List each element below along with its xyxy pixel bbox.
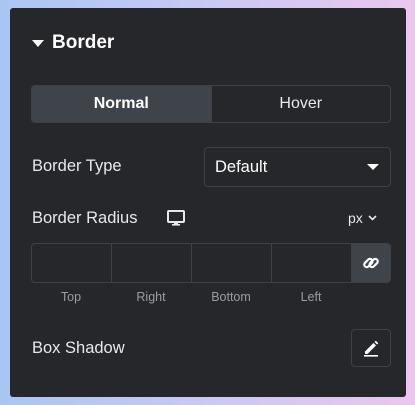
label-right: Right — [136, 290, 166, 304]
section-title: Border — [52, 32, 115, 53]
state-tabs: Normal Hover — [31, 85, 391, 123]
radius-top-input[interactable] — [32, 244, 112, 282]
box-shadow-label: Box Shadow — [32, 339, 125, 357]
border-section-header[interactable]: Border — [32, 30, 114, 56]
radius-field-labels: Top Right Bottom Left — [31, 290, 351, 304]
radius-bottom-input[interactable] — [192, 244, 272, 282]
unit-value: px — [348, 210, 363, 226]
border-type-label: Border Type — [32, 157, 122, 175]
radius-left-input[interactable] — [272, 244, 352, 282]
border-radius-label: Border Radius — [32, 209, 138, 227]
link-values-button[interactable] — [352, 244, 390, 282]
pencil-icon — [364, 340, 379, 357]
monitor-icon[interactable] — [167, 210, 185, 226]
tab-normal[interactable]: Normal — [32, 86, 211, 122]
caret-down-icon — [32, 39, 44, 47]
unit-selector[interactable]: px — [348, 210, 377, 226]
label-top: Top — [60, 290, 82, 304]
radius-right-input[interactable] — [112, 244, 192, 282]
chevron-down-icon — [367, 164, 379, 170]
border-type-value: Default — [215, 157, 268, 176]
border-radius-inputs — [31, 243, 391, 283]
label-bottom: Bottom — [211, 290, 251, 304]
chevron-down-icon — [368, 215, 377, 221]
box-shadow-edit-button[interactable] — [351, 329, 391, 367]
link-icon — [363, 257, 379, 269]
tab-hover[interactable]: Hover — [210, 86, 391, 122]
border-type-select[interactable]: Default — [204, 147, 391, 187]
label-left: Left — [300, 290, 322, 304]
style-panel: Border Normal Hover Border Type Default … — [10, 8, 406, 397]
